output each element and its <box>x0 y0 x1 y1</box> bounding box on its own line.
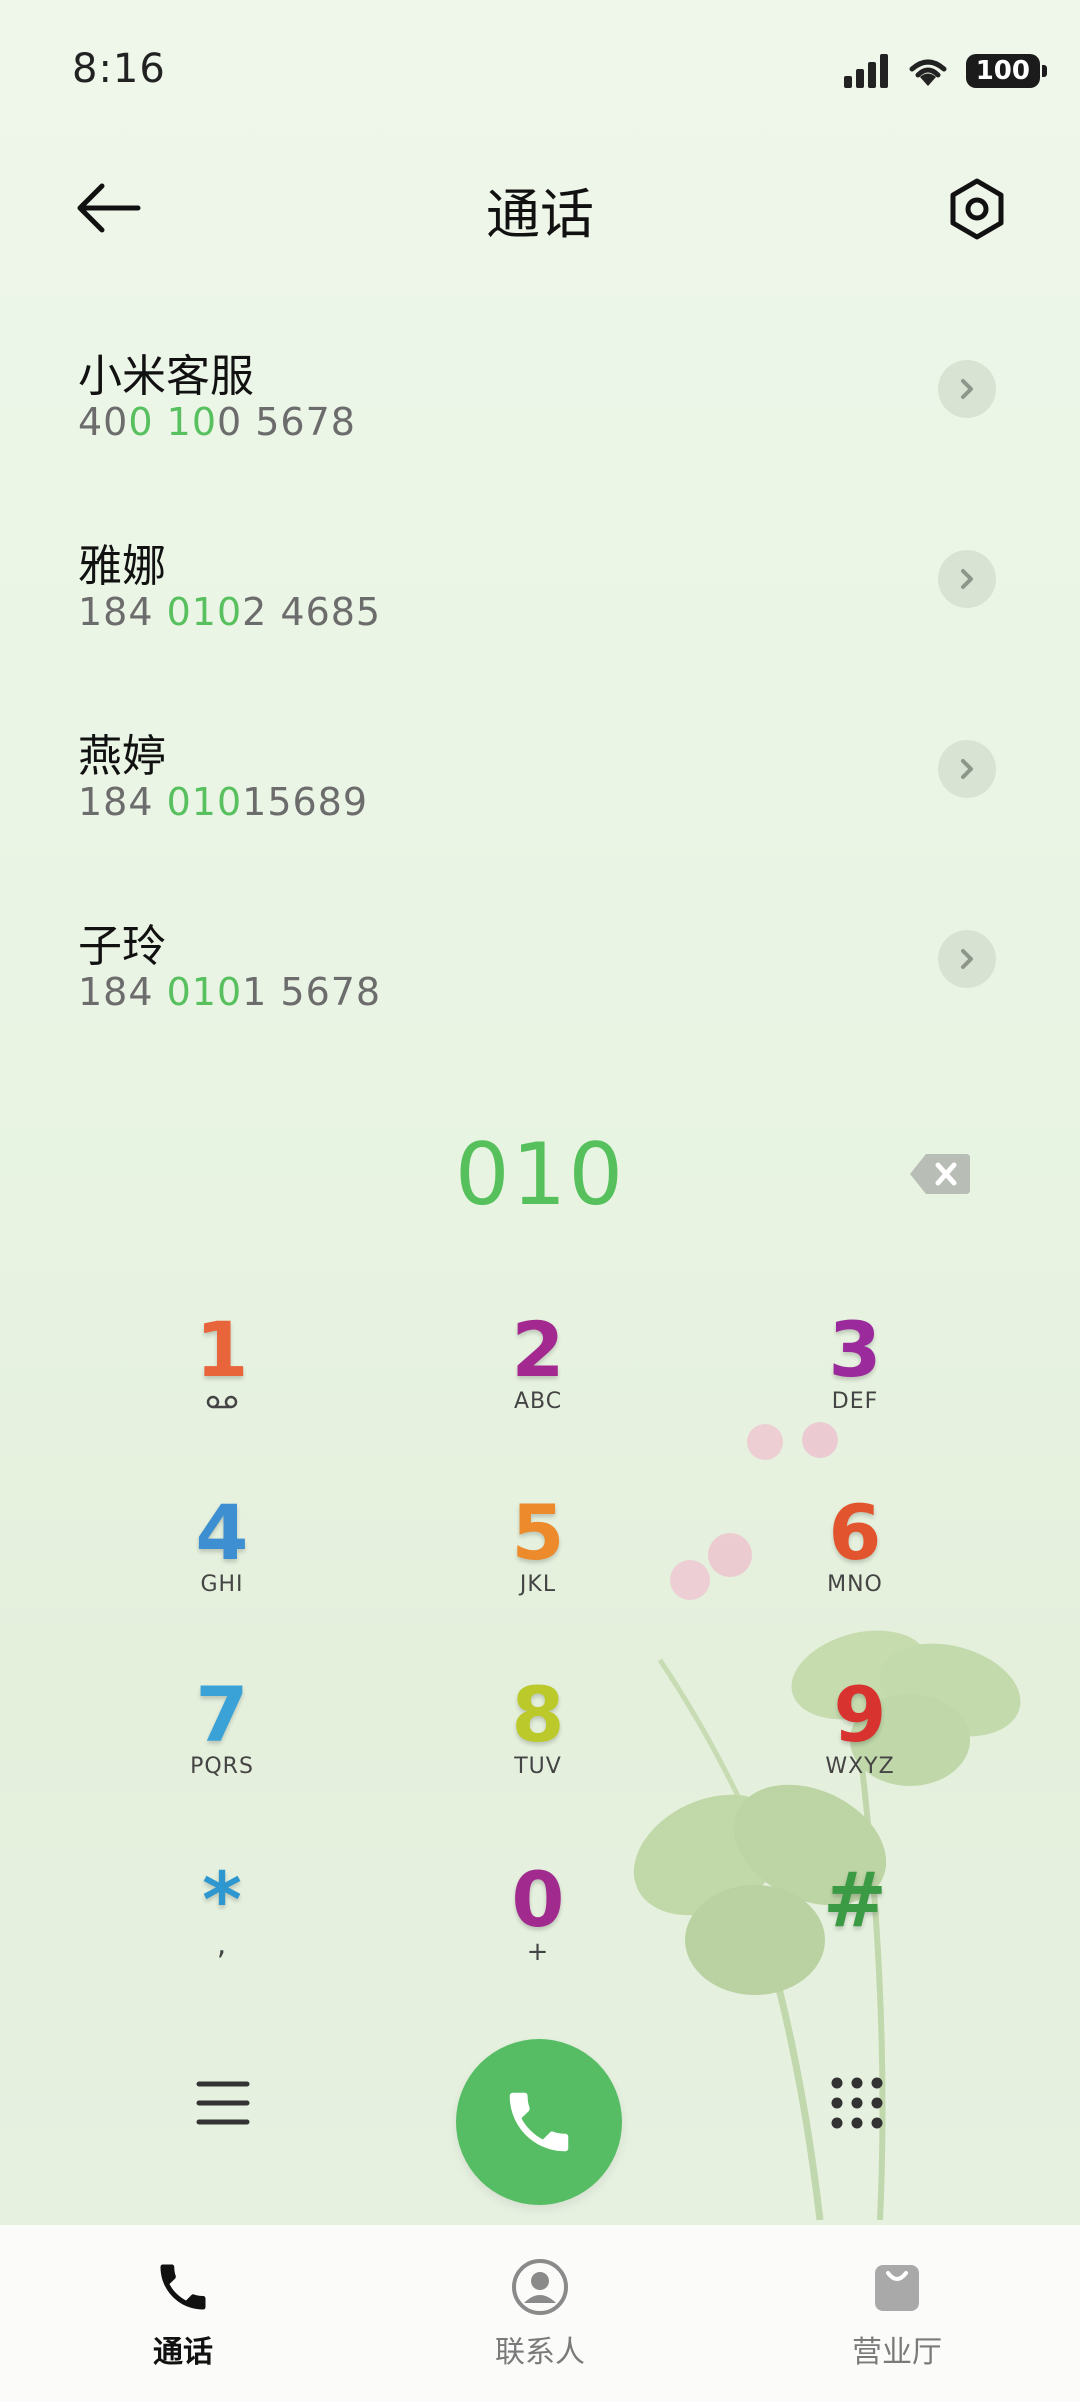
key-letters: WXYZ <box>825 1754 895 1779</box>
key-8[interactable]: 8 TUV <box>423 1670 653 1820</box>
key-letters: ABC <box>513 1389 563 1414</box>
contact-number: 184 0101 5678 <box>78 970 382 1014</box>
tab-label: 联系人 <box>495 2335 585 2370</box>
contact-name: 小米客服 <box>78 351 254 402</box>
key-9[interactable]: 9 WXYZ <box>745 1670 975 1820</box>
contact-result-item[interactable]: 燕婷 184 01015689 <box>0 720 1080 910</box>
key-1[interactable]: 1 <box>107 1305 337 1455</box>
key-digit: 5 <box>511 1488 565 1577</box>
chevron-right-icon[interactable] <box>938 930 996 988</box>
key-digit: 1 <box>195 1305 249 1394</box>
key-digit: 9 <box>833 1670 887 1759</box>
key-3[interactable]: 3 DEF <box>740 1305 970 1455</box>
key-digit: 4 <box>195 1488 249 1577</box>
contact-icon <box>512 2259 568 2315</box>
tab-calls[interactable]: 通话 <box>3 2225 363 2402</box>
key-digit: 2 <box>511 1305 565 1394</box>
backspace-icon[interactable] <box>908 1152 972 1196</box>
bottom-tab-bar: 通话 联系人 营业厅 <box>0 2225 1080 2402</box>
key-0[interactable]: 0 + <box>423 1855 653 2005</box>
settings-icon[interactable] <box>946 176 1008 242</box>
key-star[interactable]: * , <box>107 1855 337 2005</box>
wifi-icon <box>909 59 947 86</box>
contact-name: 雅娜 <box>78 541 166 592</box>
contact-result-item[interactable]: 子玲 184 0101 5678 <box>0 910 1080 1100</box>
chevron-right-icon[interactable] <box>938 550 996 608</box>
key-letters: DEF <box>831 1389 879 1414</box>
key-4[interactable]: 4 GHI <box>107 1488 337 1638</box>
key-5[interactable]: 5 JKL <box>423 1488 653 1638</box>
status-time: 8:16 <box>72 46 166 92</box>
key-letters: GHI <box>200 1572 244 1597</box>
dialpad-toggle-icon[interactable] <box>830 2076 884 2130</box>
key-letters: TUV <box>514 1754 562 1779</box>
key-6[interactable]: 6 MNO <box>740 1488 970 1638</box>
contact-result-item[interactable]: 小米客服 400 100 5678 <box>0 340 1080 530</box>
tab-service-hall[interactable]: 营业厅 <box>717 2225 1077 2402</box>
key-letters: MNO <box>827 1572 883 1597</box>
tab-contacts[interactable]: 联系人 <box>360 2225 720 2402</box>
contact-number: 184 0102 4685 <box>78 590 382 634</box>
contact-result-item[interactable]: 雅娜 184 0102 4685 <box>0 530 1080 720</box>
call-button[interactable] <box>456 2039 622 2205</box>
key-letters: JKL <box>519 1572 557 1597</box>
key-letters: + <box>526 1937 550 1967</box>
contact-name: 燕婷 <box>78 731 166 782</box>
chevron-right-icon[interactable] <box>938 740 996 798</box>
key-digit: 7 <box>195 1670 249 1759</box>
key-2[interactable]: 2 ABC <box>423 1305 653 1455</box>
signal-icon <box>843 54 888 88</box>
phone-icon <box>509 2092 569 2152</box>
battery-indicator: 100 <box>965 54 1048 88</box>
tab-label: 通话 <box>153 2335 213 2370</box>
contact-name: 子玲 <box>78 921 166 972</box>
page-title: 通话 <box>486 183 594 246</box>
key-digit: 3 <box>828 1305 882 1394</box>
phone-icon <box>160 2264 206 2310</box>
contact-number: 184 01015689 <box>78 780 369 824</box>
tab-label: 营业厅 <box>852 2335 942 2370</box>
key-hash[interactable]: # <box>740 1855 970 2005</box>
voicemail-icon <box>206 1395 238 1409</box>
menu-icon[interactable] <box>196 2078 250 2128</box>
key-letters: PQRS <box>190 1754 254 1779</box>
contact-number: 400 100 5678 <box>78 400 356 444</box>
key-letters: , <box>216 1927 228 1962</box>
key-digit: # <box>823 1855 887 1944</box>
key-digit: 0 <box>511 1855 565 1944</box>
shopping-bag-icon <box>875 2265 919 2311</box>
key-7[interactable]: 7 PQRS <box>107 1670 337 1820</box>
key-digit: 6 <box>828 1488 882 1577</box>
chevron-right-icon[interactable] <box>938 360 996 418</box>
status-icons: 100 <box>843 54 1048 88</box>
key-digit: 8 <box>511 1670 565 1759</box>
